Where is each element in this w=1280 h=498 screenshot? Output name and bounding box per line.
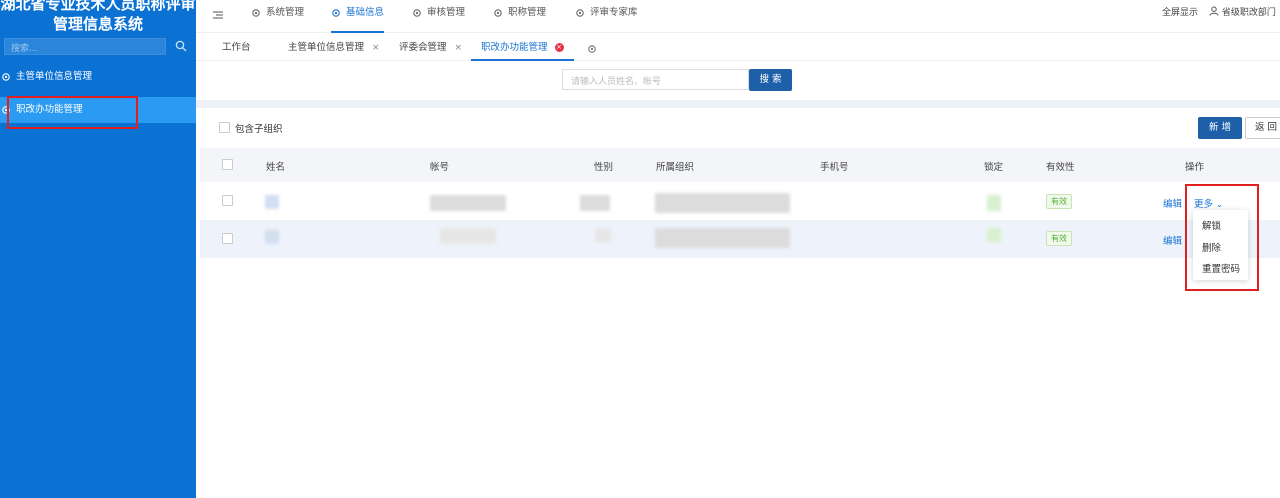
user-name: 省级职改部门 xyxy=(1221,8,1276,18)
tab-label: 职改办功能管理 xyxy=(481,42,548,53)
gear-icon xyxy=(332,9,340,17)
select-all-checkbox[interactable] xyxy=(222,159,233,170)
search-input[interactable]: 请输入人员姓名、帐号 xyxy=(562,69,749,90)
tab-office-functions[interactable]: 职改办功能管理 × xyxy=(471,37,574,61)
column-header: 姓名 xyxy=(266,162,286,173)
redacted-org xyxy=(655,228,790,248)
validity-badge: 有效 xyxy=(1046,231,1072,246)
redacted-account xyxy=(440,228,496,244)
column-header: 性别 xyxy=(594,162,614,173)
column-header: 所属组织 xyxy=(656,162,695,173)
column-header: 锁定 xyxy=(984,162,1004,173)
tab-workbench[interactable]: 工作台 xyxy=(222,37,251,61)
nav-item-label: 职称管理 xyxy=(508,7,547,18)
add-button[interactable]: 新 增 xyxy=(1198,117,1242,139)
redacted-name xyxy=(265,195,279,209)
nav-item-label: 系统管理 xyxy=(266,7,305,18)
gear-icon xyxy=(252,9,260,17)
nav-item-label: 评审专家库 xyxy=(590,7,638,18)
nav-item-label: 基础信息 xyxy=(346,7,385,18)
hamburger-icon[interactable] xyxy=(212,9,224,21)
gear-icon xyxy=(413,9,421,17)
tab-label: 主管单位信息管理 xyxy=(288,42,365,53)
gear-icon xyxy=(576,9,584,17)
table-header xyxy=(200,148,1280,182)
tab-label: 工作台 xyxy=(222,42,251,53)
edit-link[interactable]: 编辑 xyxy=(1163,233,1182,247)
column-header: 手机号 xyxy=(820,162,849,173)
tab-bar: 工作台 主管单位信息管理 × 评委会管理 × 职改办功能管理 × xyxy=(196,37,1280,61)
row-checkbox[interactable] xyxy=(222,195,233,206)
sidebar-item-label: 主管单位信息管理 xyxy=(16,71,93,82)
close-icon[interactable]: × xyxy=(455,43,463,53)
row-checkbox[interactable] xyxy=(222,233,233,244)
top-nav: 系统管理 基础信息 审核管理 职称管理 评审专家库 全屏显示 省级职改部门 xyxy=(196,0,1280,33)
fullscreen-button[interactable]: 全屏显示 xyxy=(1162,0,1198,26)
redacted-org xyxy=(655,193,790,213)
redacted-name xyxy=(265,230,279,244)
lock-status xyxy=(987,195,1001,211)
nav-item-expert-pool[interactable]: 评审专家库 xyxy=(575,0,638,26)
gear-icon xyxy=(2,73,10,81)
user-menu[interactable]: 省级职改部门 xyxy=(1209,0,1276,26)
divider xyxy=(196,100,1280,108)
system-title: 湖北省专业技术人员职称评审管理信息系统 xyxy=(0,0,196,33)
include-sub-org-checkbox[interactable] xyxy=(219,122,230,133)
column-header: 操作 xyxy=(1185,162,1205,173)
redacted-account xyxy=(430,195,506,211)
lock-status xyxy=(987,228,1001,242)
sidebar: 湖北省专业技术人员职称评审管理信息系统 搜索... 主管单位信息管理 职改办功能… xyxy=(0,0,196,498)
search-icon[interactable] xyxy=(175,40,187,52)
column-header: 帐号 xyxy=(430,162,450,173)
nav-item-title-mgmt[interactable]: 职称管理 xyxy=(493,0,546,26)
user-icon xyxy=(1209,6,1219,16)
nav-item-system[interactable]: 系统管理 xyxy=(251,0,304,26)
nav-item-review[interactable]: 审核管理 xyxy=(412,0,465,26)
tab-label: 评委会管理 xyxy=(399,42,447,53)
search-button[interactable]: 搜 索 xyxy=(749,69,792,91)
gear-icon xyxy=(494,9,502,17)
highlight-box xyxy=(7,96,138,129)
tab-committee[interactable]: 评委会管理 × xyxy=(399,37,462,61)
tab-supervisor-info[interactable]: 主管单位信息管理 × xyxy=(288,37,380,61)
back-button[interactable]: 返 回 xyxy=(1245,117,1280,139)
column-header: 有效性 xyxy=(1046,162,1075,173)
redacted-gender xyxy=(580,195,610,211)
include-sub-org-label: 包含子组织 xyxy=(235,124,283,135)
close-icon[interactable]: × xyxy=(372,43,380,53)
nav-item-basic-info[interactable]: 基础信息 xyxy=(331,0,385,33)
sidebar-item-supervisor-info[interactable]: 主管单位信息管理 xyxy=(0,64,196,90)
highlight-box xyxy=(1185,184,1259,291)
close-icon[interactable]: × xyxy=(554,43,564,52)
nav-item-label: 审核管理 xyxy=(427,7,466,18)
app-root: 湖北省专业技术人员职称评审管理信息系统 搜索... 主管单位信息管理 职改办功能… xyxy=(0,0,1280,498)
redacted-gender xyxy=(595,228,611,242)
sidebar-search-input[interactable]: 搜索... xyxy=(4,38,166,55)
validity-badge: 有效 xyxy=(1046,194,1072,209)
gear-icon[interactable] xyxy=(587,44,597,54)
edit-link[interactable]: 编辑 xyxy=(1163,196,1182,210)
